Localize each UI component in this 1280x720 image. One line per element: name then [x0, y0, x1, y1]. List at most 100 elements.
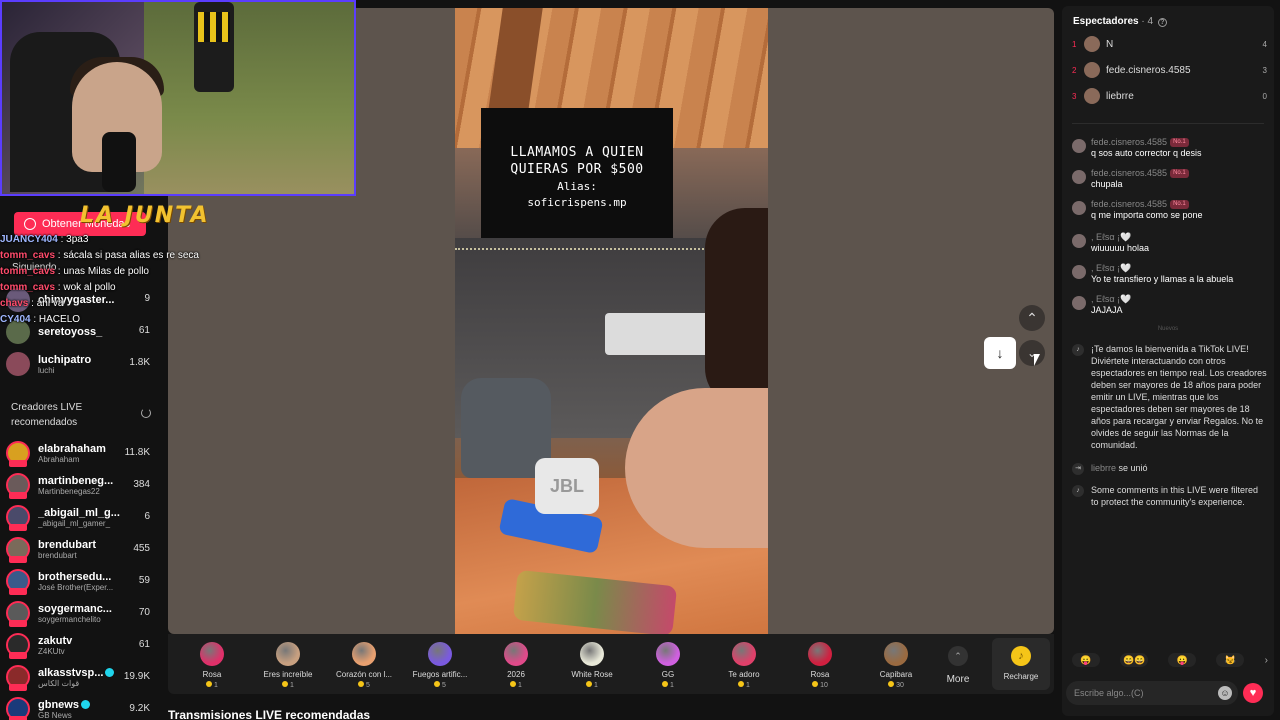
like-heart-icon[interactable]: ♥ [1243, 683, 1263, 703]
gift-item[interactable]: Rosa 10 [782, 634, 858, 689]
gift-price: 5 [326, 681, 402, 689]
recommended-creator[interactable]: brendubart brendubart 455 [6, 533, 156, 565]
viewer-count: 455 [133, 543, 150, 554]
refresh-icon[interactable] [141, 408, 151, 418]
recommended-creator[interactable]: _abigail_ml_g... _abigail_ml_gamer_ 6 [6, 501, 156, 533]
viewer-rank: 3 [1072, 91, 1077, 101]
gift-item[interactable]: GG 1 [630, 634, 706, 689]
live-badge [9, 652, 27, 659]
creator-subtitle: soygermanchelito [38, 614, 101, 624]
emoji-button[interactable]: 😄😄 [1120, 653, 1149, 667]
viewer-score: 4 [1262, 39, 1267, 49]
gift-item[interactable]: Fuegos artific... 5 [402, 634, 478, 689]
message-username[interactable]: fede.cisneros.4585 [1091, 137, 1167, 147]
verified-icon [105, 668, 115, 678]
comment-input[interactable] [1074, 681, 1212, 705]
message-text: chupala [1091, 179, 1123, 189]
emoji-icon[interactable]: ☺ [1218, 686, 1232, 700]
joined-label: se unió [1116, 463, 1148, 473]
microphone [102, 132, 136, 192]
avatar [1072, 265, 1086, 279]
avatar [6, 569, 30, 595]
gift-item[interactable]: 2026 1 [478, 634, 554, 689]
gift-item[interactable]: White Rose 1 [554, 634, 630, 689]
gift-item[interactable]: Rosa 1 [174, 634, 250, 689]
creator-subtitle: GB News [38, 710, 72, 720]
message-text: JAJAJA [1091, 305, 1123, 315]
top-viewer[interactable]: 3 liebrre 0 [1072, 86, 1267, 106]
recommended-creator[interactable]: zakutv Z4KUtv 61 [6, 629, 156, 661]
creator-name-text: brendubart [38, 538, 97, 551]
gift-item[interactable]: Eres increíble 1 [250, 634, 326, 689]
avatar [1072, 139, 1086, 153]
rank-badge: No.1 [1170, 138, 1189, 148]
recommended-creator[interactable]: elabrahaham Abrahaham 11.8K [6, 437, 156, 469]
message-author: , Eℓѕα ¡🤍 [1091, 294, 1268, 305]
following-item[interactable]: luchipatro luchi 1.8K [6, 348, 156, 380]
message-author: fede.cisneros.4585 No.1 [1091, 199, 1268, 210]
live-badge [9, 492, 27, 499]
gift-item[interactable]: Te adoro 1 [706, 634, 782, 689]
chat-overlay-line: chavs : ahi va [0, 296, 230, 312]
message-text: wiuuuuu holaa [1091, 243, 1150, 253]
gift-price: 1 [630, 681, 706, 689]
coin-icon: ♪ [1011, 646, 1031, 666]
top-viewer[interactable]: 1 N 4 [1072, 34, 1267, 54]
gift-item[interactable]: Corazón con l... 5 [326, 634, 402, 689]
emoji-button[interactable]: 😛 [1168, 653, 1197, 667]
live-video[interactable]: JBL LLAMAMOS A QUIEN QUIERAS POR $500 Al… [455, 8, 768, 634]
gift-price-value: 10 [820, 682, 828, 689]
chat-message: : unas Milas de pollo [55, 266, 149, 277]
message-username[interactable]: , Eℓѕα ¡🤍 [1091, 294, 1131, 304]
next-live-button[interactable]: ⌄ [1019, 340, 1045, 366]
top-viewer[interactable]: 2 fede.cisneros.4585 3 [1072, 60, 1267, 80]
gift-item[interactable]: Capibara 30 [858, 634, 934, 689]
recommended-creator[interactable]: soygermanc... soygermanchelito 70 [6, 597, 156, 629]
recommended-creator[interactable]: alkasstvsp... قوات الكاس 19.9K [6, 661, 156, 693]
emoji-button[interactable]: 😛 [1072, 653, 1100, 667]
gift-price: 1 [250, 681, 326, 689]
message-username[interactable]: , Eℓѕα ¡🤍 [1091, 263, 1131, 273]
tiktok-icon: ♪ [1072, 485, 1084, 497]
creator-name-text: gbnews [38, 698, 79, 711]
notice-line-3: Alias: [557, 180, 597, 193]
chat-message: : wok al pollo [55, 282, 116, 293]
message-username[interactable]: fede.cisneros.4585 [1091, 168, 1167, 178]
chat-username: chavs [0, 298, 29, 309]
message-username[interactable]: fede.cisneros.4585 [1091, 199, 1167, 209]
gift-name: Te adoro [728, 670, 760, 679]
join-text: liebrre se unió [1091, 462, 1268, 474]
recommended-creator[interactable]: brothersedu... José Brother(Exper... 59 [6, 565, 156, 597]
message-username[interactable]: , Eℓѕα ¡🤍 [1091, 232, 1131, 242]
coin-icon [662, 681, 669, 687]
join-message: ⇥ liebrre se unió [1072, 462, 1268, 475]
gift-price-value: 1 [746, 682, 750, 689]
recommended-creator[interactable]: martinbeneg... Martinbenegas22 384 [6, 469, 156, 501]
viewer-rank: 2 [1072, 65, 1077, 75]
chevron-right-icon[interactable]: › [1265, 655, 1268, 666]
creator-subtitle: José Brother(Exper... [38, 582, 114, 592]
chat-username: tomm_cavs [0, 282, 56, 293]
more-gifts-button[interactable]: ⌃ More [934, 634, 982, 685]
chat-username: JUANCY404 [0, 234, 58, 245]
viewer-count: 70 [138, 607, 150, 618]
creator-name-text: elabrahaham [38, 442, 106, 455]
chat-message-item: , Eℓѕα ¡🤍 JAJAJA [1072, 294, 1268, 316]
creator-name: elabrahaham [38, 443, 122, 455]
creator-subtitle: Abrahaham [38, 454, 80, 464]
video-notice-card: LLAMAMOS A QUIEN QUIERAS POR $500 Alias:… [481, 108, 673, 238]
recommended-creator[interactable]: gbnews GB News 9.2K [6, 693, 156, 720]
recharge-button[interactable]: ♪ Recharge [992, 638, 1050, 690]
viewer-count: 11.8K [124, 447, 150, 458]
emoji-button[interactable]: 😼 [1216, 653, 1245, 667]
gift-icon [504, 642, 528, 666]
help-icon[interactable]: ? [1157, 18, 1167, 27]
coin-icon [24, 218, 36, 230]
previous-live-button[interactable]: ⌃ [1019, 305, 1045, 331]
creator-name: brothersedu... [38, 571, 122, 583]
avatar [1072, 234, 1086, 248]
gift-price: 30 [858, 681, 934, 689]
download-icon[interactable]: ↓ [984, 337, 1016, 369]
filter-text: Some comments in this LIVE were filtered… [1091, 485, 1259, 507]
recommended-creators-list: elabrahaham Abrahaham 11.8K martinbeneg... M… [6, 437, 156, 720]
